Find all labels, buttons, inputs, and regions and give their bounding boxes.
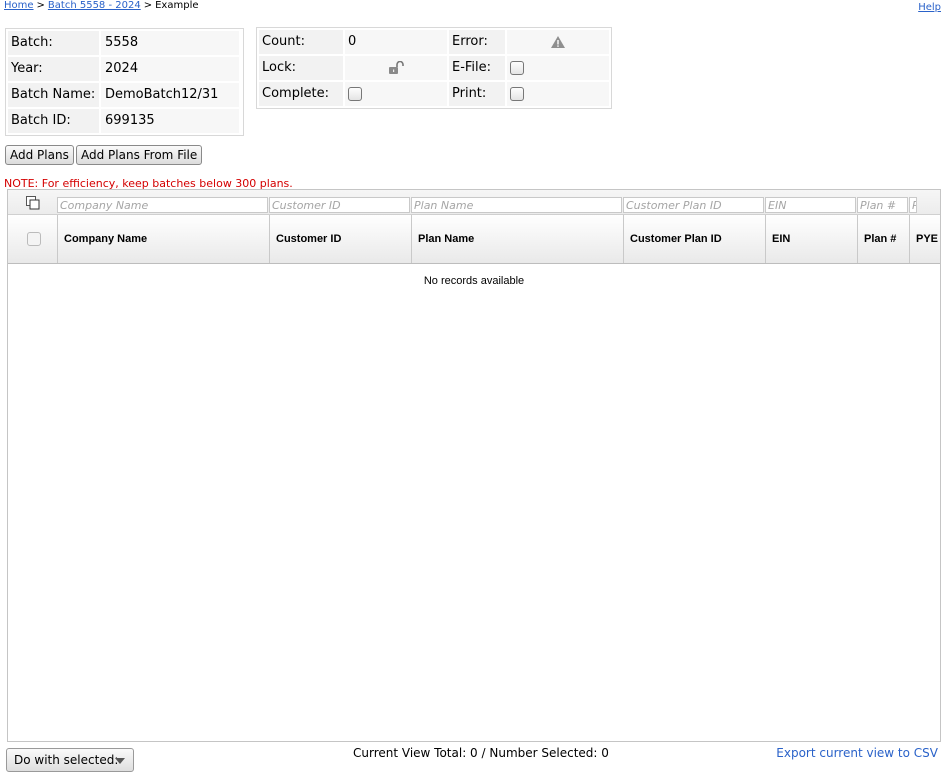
print-label: Print: <box>448 81 506 107</box>
column-plan-name[interactable]: Plan Name <box>411 215 623 263</box>
count-row: Count: 0 Error: <box>258 29 610 55</box>
chevron-down-icon <box>115 758 125 764</box>
filter-customer-id[interactable]: Customer ID <box>269 197 410 213</box>
column-plan-number[interactable]: Plan # <box>857 215 909 263</box>
view-totals: Current View Total: 0 / Number Selected:… <box>353 746 609 760</box>
complete-checkbox[interactable] <box>348 87 362 101</box>
breadcrumb-separator: > <box>36 0 45 11</box>
batch-id-row: Batch ID: 699135 <box>7 108 242 134</box>
lock-status <box>344 55 448 81</box>
year-row: Year: 2024 <box>7 56 242 82</box>
breadcrumb-separator: > <box>143 0 153 11</box>
filter-ein[interactable]: EIN <box>765 197 856 213</box>
warning-icon <box>551 36 565 48</box>
grid-header: Company Name Customer ID Plan Name Custo… <box>8 215 940 264</box>
print-cell <box>506 81 610 107</box>
filter-plan-number[interactable]: Plan # <box>857 197 908 213</box>
error-status <box>506 29 610 55</box>
complete-label: Complete: <box>258 81 344 107</box>
count-value: 0 <box>344 29 448 55</box>
batch-label: Batch: <box>7 30 100 56</box>
lock-row: Lock: E-File: <box>258 55 610 81</box>
breadcrumb: Home > Batch 5558 - 2024 > Example <box>4 0 199 12</box>
add-plans-from-file-button[interactable]: Add Plans From File <box>76 145 203 165</box>
efile-label: E-File: <box>448 55 506 81</box>
plans-grid: Company Name Customer ID Plan Name Custo… <box>7 189 941 742</box>
export-csv-link[interactable]: Export current view to CSV <box>776 746 938 760</box>
column-customer-id[interactable]: Customer ID <box>269 215 411 263</box>
add-plans-button[interactable]: Add Plans <box>5 145 74 165</box>
year-label: Year: <box>7 56 100 82</box>
batch-status-panel: Count: 0 Error: Lock: E-File: Complete: <box>256 27 612 109</box>
batch-name-label: Batch Name: <box>7 82 100 108</box>
unlocked-padlock-icon[interactable] <box>388 61 404 75</box>
copy-filter-icon[interactable] <box>26 196 40 210</box>
select-all-checkbox[interactable] <box>27 232 41 246</box>
batch-id-value: 699135 <box>100 108 240 134</box>
filter-pye[interactable]: P <box>909 197 917 213</box>
filter-row: Company Name Customer ID Plan Name Custo… <box>8 190 940 215</box>
breadcrumb-home-link[interactable]: Home <box>4 0 34 11</box>
filter-customer-plan-id[interactable]: Customer Plan ID <box>623 197 764 213</box>
count-label: Count: <box>258 29 344 55</box>
filter-plan-name[interactable]: Plan Name <box>411 197 622 213</box>
efile-checkbox[interactable] <box>510 61 524 75</box>
batch-name-row: Batch Name: DemoBatch12/31 <box>7 82 242 108</box>
column-ein[interactable]: EIN <box>765 215 857 263</box>
batch-info-panel: Batch: 5558 Year: 2024 Batch Name: DemoB… <box>5 28 244 136</box>
breadcrumb-current: Example <box>155 0 199 11</box>
batch-name-value: DemoBatch12/31 <box>100 82 240 108</box>
batch-row: Batch: 5558 <box>7 30 242 56</box>
year-value: 2024 <box>100 56 240 82</box>
error-label: Error: <box>448 29 506 55</box>
complete-row: Complete: Print: <box>258 81 610 107</box>
column-pye[interactable]: PYE <box>909 215 940 263</box>
lock-label: Lock: <box>258 55 344 81</box>
breadcrumb-batch-link[interactable]: Batch 5558 - 2024 <box>48 0 141 11</box>
batch-id-label: Batch ID: <box>7 108 100 134</box>
complete-cell <box>344 81 448 107</box>
print-checkbox[interactable] <box>510 87 524 101</box>
filter-company-name[interactable]: Company Name <box>57 197 268 213</box>
help-link[interactable]: Help <box>918 2 941 13</box>
do-with-selected-label: Do with selected: <box>14 753 119 767</box>
efile-cell <box>506 55 610 81</box>
select-all-header <box>8 215 57 263</box>
empty-message: No records available <box>423 275 525 287</box>
batch-value: 5558 <box>100 30 240 56</box>
column-customer-plan-id[interactable]: Customer Plan ID <box>623 215 765 263</box>
do-with-selected-dropdown[interactable]: Do with selected: <box>6 748 134 772</box>
column-company-name[interactable]: Company Name <box>57 215 269 263</box>
